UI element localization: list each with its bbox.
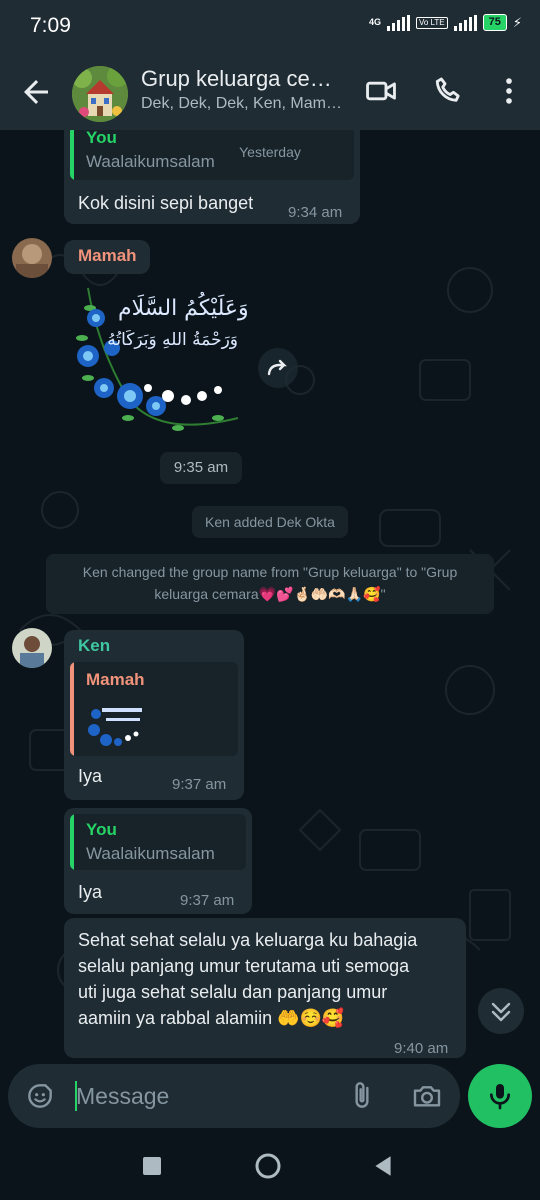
recents-icon[interactable] xyxy=(140,1154,164,1178)
quoted-sticker-thumbnail xyxy=(88,708,142,746)
group-avatar[interactable] xyxy=(72,66,128,122)
sticker-image[interactable]: وَعَلَيْكُمُ السَّلَام وَرَحْمَةُ اللهِ … xyxy=(68,278,249,448)
charging-icon: ⚡ xyxy=(512,14,522,30)
video-call-icon[interactable] xyxy=(364,74,398,108)
sticker-arabic-line-1: وَعَلَيْكُمُ السَّلَام xyxy=(118,296,249,321)
message-text-line: aamiin ya rabbal alamiin 🤲☺️🥰 xyxy=(78,1008,345,1028)
chat-area[interactable]: You Waalaikumsalam Kok disini sepi bange… xyxy=(0,130,540,1130)
quote-sender: You xyxy=(86,130,117,147)
group-title[interactable]: Grup keluarga ce… xyxy=(141,66,332,92)
status-icons: 4G Vo LTE 75 ⚡ xyxy=(369,14,522,31)
status-time: 7:09 xyxy=(30,14,71,37)
network-type: 4G xyxy=(368,17,381,27)
quote-text: Waalaikumsalam xyxy=(86,152,215,171)
sticker-icon[interactable] xyxy=(24,1080,56,1112)
scroll-to-bottom-icon[interactable] xyxy=(478,988,524,1034)
signal-icon-2 xyxy=(453,14,477,31)
system-message-rename: Ken changed the group name from "Grup ke… xyxy=(46,554,494,614)
voice-record-button[interactable] xyxy=(468,1064,532,1128)
composer: Message xyxy=(0,1060,540,1130)
battery-level: 75 xyxy=(482,14,507,31)
system-message-line-2: keluarga cemara💗💕🤞🏻🤲🏻🫶🏻🙏🏻🥰" xyxy=(154,586,386,602)
message-text-line: uti juga sehat selalu dan panjang umur xyxy=(78,982,388,1002)
forward-icon[interactable] xyxy=(258,348,298,388)
volte-icon: Vo LTE xyxy=(415,16,448,29)
camera-icon[interactable] xyxy=(410,1080,444,1112)
back-arrow-icon[interactable] xyxy=(18,74,54,110)
message-text-line: selalu panjang umur terutama uti semoga xyxy=(78,956,410,976)
status-bar: 7:09 4G Vo LTE 75 ⚡ xyxy=(0,0,540,52)
quote-text: Waalaikumsalam xyxy=(86,844,215,863)
sender-name[interactable]: Mamah xyxy=(78,246,137,266)
more-options-icon[interactable] xyxy=(492,74,526,108)
home-icon[interactable] xyxy=(253,1151,283,1181)
message-text: Kok disini sepi banget xyxy=(78,193,254,213)
quote-bar xyxy=(70,662,74,756)
system-message: Ken added Dek Okta xyxy=(192,506,348,538)
message-input[interactable]: Message xyxy=(76,1083,169,1110)
message-time: 9:37 am xyxy=(172,776,227,793)
sticker-time: 9:35 am xyxy=(160,452,242,484)
quote-bar xyxy=(70,814,74,870)
quote-sender: You xyxy=(86,820,117,839)
message-time: 9:34 am xyxy=(288,204,343,221)
message-text: Iya xyxy=(78,882,103,902)
quote-sender: Mamah xyxy=(86,670,145,689)
back-nav-icon[interactable] xyxy=(370,1153,396,1179)
message-input-bar[interactable]: Message xyxy=(8,1064,460,1128)
message-text-line: Sehat sehat selalu ya keluarga ku bahagi… xyxy=(78,930,418,950)
group-members[interactable]: Dek, Dek, Dek, Ken, Mam… xyxy=(141,95,342,113)
voice-call-icon[interactable] xyxy=(432,74,466,108)
signal-icon xyxy=(386,14,410,31)
sender-name[interactable]: Ken xyxy=(78,636,110,656)
date-divider: Yesterday xyxy=(224,136,316,168)
message-time: 9:37 am xyxy=(180,892,235,909)
sticker-arabic-line-2: وَرَحْمَةُ اللهِ وَبَرَكَاتُهُ xyxy=(107,330,238,350)
message-time: 9:40 am xyxy=(394,1040,449,1057)
message-text: Iya xyxy=(78,766,103,786)
quoted-message[interactable]: You Waalaikumsalam xyxy=(70,814,246,870)
sender-avatar-mamah[interactable] xyxy=(12,238,52,278)
attach-icon[interactable] xyxy=(346,1080,378,1112)
system-nav-bar xyxy=(0,1130,540,1200)
quoted-message[interactable]: Mamah xyxy=(70,662,238,756)
microphone-icon xyxy=(490,1084,510,1110)
chat-header: Grup keluarga ce… Dek, Dek, Dek, Ken, Ma… xyxy=(0,52,540,130)
sender-avatar-ken[interactable] xyxy=(12,628,52,668)
quote-bar xyxy=(70,130,74,180)
system-message-line-1: Ken changed the group name from "Grup ke… xyxy=(82,564,458,580)
